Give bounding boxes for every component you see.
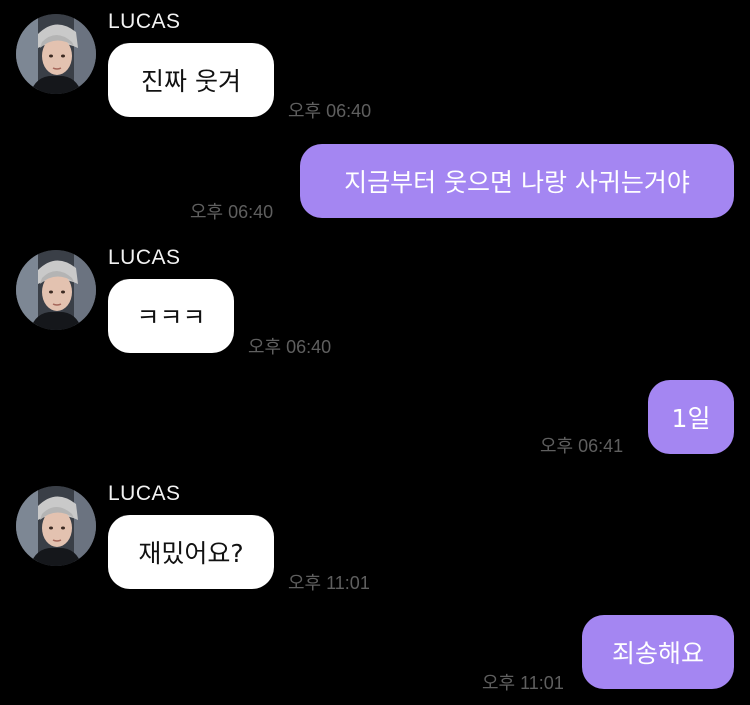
avatar[interactable] — [16, 14, 96, 94]
message-bubble-outgoing[interactable]: 1일 — [648, 380, 734, 454]
avatar[interactable] — [16, 486, 96, 566]
sender-name: LUCAS — [108, 246, 181, 269]
message-bubble-incoming[interactable]: 진짜 웃겨 — [108, 43, 274, 117]
message-text: 재밌어요? — [138, 539, 244, 568]
message-bubble-incoming[interactable]: ㅋㅋㅋ — [108, 279, 234, 353]
message-text: 죄송해요 — [611, 639, 704, 668]
message-text: ㅋㅋㅋ — [136, 303, 206, 332]
message-timestamp: 오후 06:40 — [248, 337, 332, 357]
message-bubble-incoming[interactable]: 재밌어요? — [108, 515, 274, 589]
message-timestamp: 오후 11:01 — [482, 673, 564, 693]
message-timestamp: 오후 06:40 — [288, 101, 372, 121]
message-bubble-outgoing[interactable]: 지금부터 웃으면 나랑 사귀는거야 — [300, 144, 734, 218]
message-text: 진짜 웃겨 — [141, 67, 241, 96]
message-timestamp: 오후 06:40 — [190, 202, 274, 222]
profile-photo-icon — [16, 486, 96, 566]
message-text: 지금부터 웃으면 나랑 사귀는거야 — [344, 168, 690, 197]
message-text: 1일 — [671, 404, 711, 433]
profile-photo-icon — [16, 250, 96, 330]
avatar[interactable] — [16, 250, 96, 330]
message-bubble-outgoing[interactable]: 죄송해요 — [582, 615, 734, 689]
profile-photo-icon — [16, 14, 96, 94]
message-timestamp: 오후 06:41 — [540, 436, 624, 456]
message-timestamp: 오후 11:01 — [288, 573, 370, 593]
sender-name: LUCAS — [108, 482, 181, 505]
sender-name: LUCAS — [108, 10, 181, 33]
